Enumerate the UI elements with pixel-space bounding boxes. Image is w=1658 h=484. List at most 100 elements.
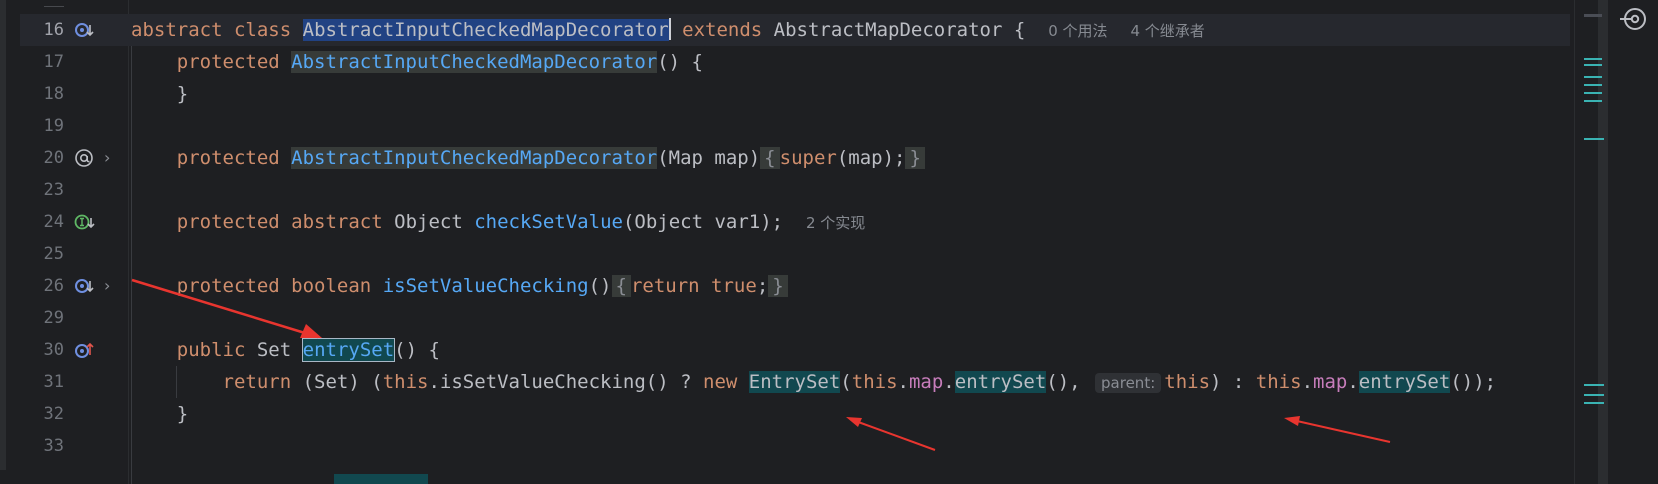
line-number[interactable]: 29 [20,302,64,334]
chevron-right-icon[interactable]: › [104,149,116,167]
line-number[interactable]: 30 [20,334,64,366]
code-line-26[interactable]: 26 › protected boolean isSetValueCheckin… [0,270,1580,302]
annotation-icon[interactable] [74,148,96,168]
code-editor[interactable]: 16 abstract class AbstractInputCheckedMa… [0,0,1658,484]
code-fragment: . [1347,371,1359,393]
line-number[interactable]: 17 [20,46,64,78]
implementations-hint[interactable]: 2 个实现 [806,214,865,232]
overrides-method-icon[interactable] [74,340,96,360]
method-name-highlighted[interactable]: entrySet [301,338,396,362]
folded-region-close[interactable]: } [905,147,925,169]
code-line-18[interactable]: 18 } [0,78,1580,110]
constructor-name[interactable]: AbstractInputCheckedMapDecorator [291,51,658,73]
code-text[interactable]: } [131,78,188,110]
line-number[interactable]: 25 [20,238,64,270]
implemented-interface-icon[interactable] [74,212,96,232]
field-name[interactable]: map [909,371,943,393]
code-text[interactable]: abstract class AbstractInputCheckedMapDe… [131,14,1205,47]
constructor-name[interactable]: AbstractInputCheckedMapDecorator [291,147,658,169]
code-line-29[interactable]: 29 [0,302,1580,334]
code-text[interactable]: public Set entrySet() { [131,334,440,366]
usage-marker[interactable] [1584,100,1602,102]
usage-marker[interactable] [1584,14,1602,17]
method-name[interactable]: checkSetValue [474,211,623,233]
code-fragment: () { [657,51,703,73]
usage-marker[interactable] [1584,58,1602,60]
code-text[interactable]: protected AbstractInputCheckedMapDecorat… [131,46,703,78]
entryset-call-usage[interactable]: entrySet [954,371,1047,393]
code-fragment: ( [840,371,852,393]
inspection-widget-icon[interactable] [1618,4,1648,34]
line-number[interactable]: 18 [20,78,64,110]
class-name-selected[interactable]: AbstractInputCheckedMapDecorator [302,19,669,41]
code-text[interactable]: protected abstract Object checkSetValue(… [131,206,866,239]
code-text[interactable]: protected boolean isSetValueChecking(){r… [131,270,788,302]
code-line-17[interactable]: 17 protected AbstractInputCheckedMapDeco… [0,46,1580,78]
line-number[interactable]: 16 [20,14,64,46]
code-text[interactable]: protected AbstractInputCheckedMapDecorat… [131,142,925,174]
code-line-32[interactable]: 32 } [0,398,1580,430]
line-number[interactable]: 32 [20,398,64,430]
line-number[interactable]: 24 [20,206,64,238]
usage-marker[interactable] [1584,138,1604,140]
override-implemented-icon[interactable] [74,20,96,40]
folded-region-open[interactable]: { [611,275,631,297]
keyword: class [233,19,292,41]
line-number[interactable]: 33 [20,430,64,462]
folded-region-open[interactable]: { [760,147,780,169]
keyword: this [382,371,429,393]
usages-hint[interactable]: 0 个用法 [1048,22,1107,40]
code-line-16[interactable]: 16 abstract class AbstractInputCheckedMa… [0,14,1580,46]
inheritors-hint[interactable]: 4 个继承者 [1130,22,1204,40]
usage-marker[interactable] [1584,394,1604,396]
keyword: protected [176,211,280,233]
usage-marker[interactable] [1584,84,1602,86]
code-line-33[interactable]: 33 [0,430,1580,462]
usage-marker[interactable] [1584,64,1602,66]
code-line-31[interactable]: 31 return (Set) (this.isSetValueChecking… [0,366,1580,398]
keyword: boolean [291,275,372,297]
entryset-class-usage[interactable]: EntrySet [748,371,841,393]
code-fragment: (), [1046,371,1093,393]
partial-next-line [334,474,428,484]
parameters: () [588,275,612,297]
code-fragment: ()); [1450,371,1497,393]
code-fragment: (map); [836,147,906,169]
code-fragment: . [943,371,955,393]
code-line-20[interactable]: 20 › protected AbstractInputCheckedMapDe… [0,142,1580,174]
code-line-30[interactable]: 30 public Set entrySet() { [0,334,1580,366]
parameters: (Object var1); [622,211,784,233]
chevron-right-icon[interactable]: › [104,277,116,295]
field-name[interactable]: map [1313,371,1347,393]
method-name[interactable]: isSetValueChecking [383,275,589,297]
code-line-24[interactable]: 24 protected abstract Object checkSetVal… [0,206,1580,238]
code-text[interactable]: return (Set) (this.isSetValueChecking() … [131,366,1496,399]
code-line-19[interactable]: 19 [0,110,1580,142]
line-number[interactable]: 26 [20,270,64,302]
type-name: Set [256,339,292,361]
line-number[interactable]: 19 [20,110,64,142]
code-line-23[interactable]: 23 [0,174,1580,206]
code-text[interactable]: } [131,398,188,430]
usage-marker[interactable] [1584,76,1602,78]
line-number[interactable]: 23 [20,174,64,206]
entryset-call-usage[interactable]: entrySet [1358,371,1451,393]
code-fragment: . [1301,371,1314,393]
folded-region-close[interactable]: } [768,275,788,297]
keyword: protected [176,51,280,73]
line-number[interactable]: 31 [20,366,64,398]
keyword: abstract [291,211,383,233]
usage-marker[interactable] [1584,92,1602,94]
keyword: this [851,371,898,393]
vertical-scrollbar[interactable] [1598,0,1608,484]
usage-marker[interactable] [1584,402,1604,404]
keyword: abstract [131,19,223,41]
override-implemented-icon[interactable] [74,276,96,296]
code-line-25[interactable]: 25 [0,238,1580,270]
parameters: (Map map) [657,147,761,169]
usage-marker[interactable] [1584,384,1604,386]
keyword: return [222,371,292,393]
code-fragment: .isSetValueChecking() ? [428,371,703,393]
line-number[interactable]: 20 [20,142,64,174]
superclass-name[interactable]: AbstractMapDecorator [774,19,1003,41]
